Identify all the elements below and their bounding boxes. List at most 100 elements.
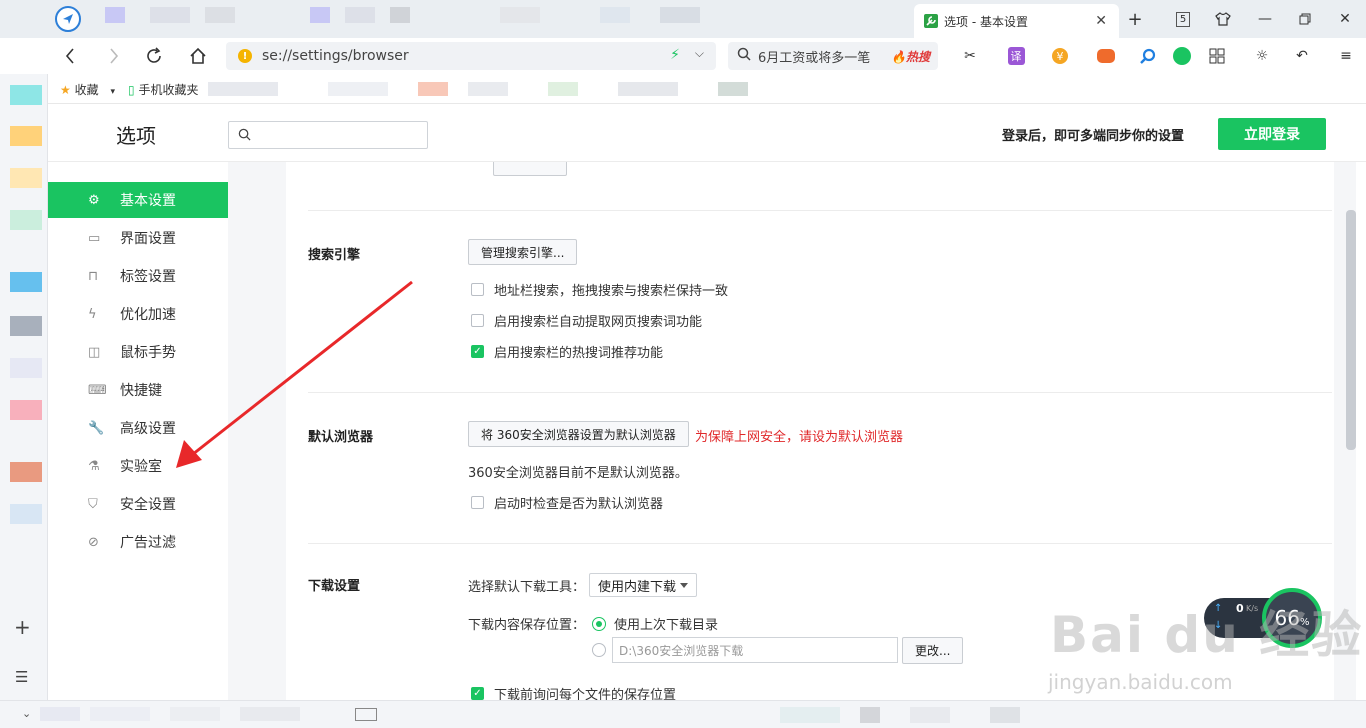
new-tab-icon[interactable]: + <box>1124 8 1146 30</box>
manage-search-engines-button[interactable]: 管理搜索引擎... <box>468 239 578 265</box>
wrench-icon <box>924 14 938 28</box>
bookmark-favorites[interactable]: ★ 收藏 ▾ <box>60 81 115 98</box>
menu-item-basic[interactable]: ⚙ 基本设置 <box>48 182 228 218</box>
login-button[interactable]: 立即登录 <box>1218 118 1326 150</box>
checkbox[interactable] <box>471 314 484 327</box>
menu-item-label: 安全设置 <box>120 497 176 513</box>
screenshot-icon[interactable] <box>355 708 377 721</box>
menu-icon[interactable]: ≡ <box>1334 44 1358 68</box>
chat-icon[interactable] <box>1170 44 1194 68</box>
chat-bubble-icon <box>1173 47 1191 65</box>
menu-item-adblock[interactable]: ⊘ 广告过滤 <box>48 524 228 560</box>
undo-icon[interactable]: ↶ <box>1290 44 1314 68</box>
tab-count-icon[interactable]: 5 <box>1172 8 1194 30</box>
checkbox[interactable] <box>471 283 484 296</box>
left-sidebar: + ☰ <box>0 0 48 728</box>
sidebar-app-tile[interactable] <box>10 272 42 292</box>
sidebar-app-tile[interactable] <box>10 168 42 188</box>
speed-mode-icon[interactable]: ⚡ <box>670 47 680 63</box>
sidebar-app-tile[interactable] <box>10 85 42 105</box>
bookmark-items[interactable] <box>208 82 1008 96</box>
status-right-items[interactable] <box>780 707 1180 723</box>
sidebar-app-tile[interactable] <box>10 210 42 230</box>
brightness-icon[interactable]: ☼ <box>1250 44 1274 68</box>
hot-search-label[interactable]: 🔥热搜 <box>891 48 930 65</box>
inactive-tabs[interactable] <box>100 4 900 34</box>
radio[interactable] <box>592 643 606 657</box>
download-tool-select[interactable]: 使用内建下载 <box>589 573 697 597</box>
status-items[interactable] <box>40 707 340 721</box>
close-icon[interactable]: ✕ <box>1095 13 1107 29</box>
forward-icon[interactable] <box>102 44 126 68</box>
shield-icon: ⛉ <box>88 497 98 512</box>
settings-search-input[interactable] <box>257 122 417 146</box>
skin-icon[interactable] <box>1212 8 1234 30</box>
star-icon: ★ <box>60 83 71 97</box>
sidebar-app-tile[interactable] <box>10 504 42 524</box>
address-bar[interactable]: ! se://settings/browser ⚡ ⌵ <box>226 42 716 70</box>
magnifier-icon[interactable] <box>1136 44 1160 68</box>
apps-grid-icon[interactable] <box>1205 44 1229 68</box>
add-icon[interactable]: + <box>14 615 31 639</box>
settings-search-box[interactable] <box>228 121 428 149</box>
section-title-search-engine: 搜索引擎 <box>308 248 361 263</box>
set-default-browser-button[interactable]: 将 360安全浏览器设置为默认浏览器 <box>468 421 689 447</box>
tab-bar: 选项 - 基本设置 ✕ + 5 — ✕ <box>0 0 1366 38</box>
chevron-down-icon: ▾ <box>110 87 115 97</box>
checkbox-auto-extract[interactable]: 启用搜索栏自动提取网页搜索词功能 <box>471 311 702 330</box>
section-title-download: 下载设置 <box>308 579 361 594</box>
keyboard-icon: ⌨ <box>88 383 107 398</box>
checkbox-checked[interactable]: ✓ <box>471 687 484 700</box>
radio-custom-directory[interactable] <box>592 643 614 657</box>
radio-selected[interactable] <box>592 616 606 631</box>
download-path-field[interactable]: D:\360安全浏览器下载 <box>612 637 898 663</box>
annotation-arrow <box>176 280 413 468</box>
menu-item-label: 高级设置 <box>120 421 176 437</box>
checkbox-addressbar-search[interactable]: 地址栏搜索，拖拽搜索与搜索栏保持一致 <box>471 280 728 299</box>
checkbox-label: 启动时检查是否为默认浏览器 <box>494 497 664 512</box>
security-warning-icon[interactable]: ! <box>238 49 252 63</box>
menu-item-security[interactable]: ⛉ 安全设置 <box>48 486 228 522</box>
checkbox-check-on-start[interactable]: 启动时检查是否为默认浏览器 <box>471 493 663 512</box>
sidebar-app-tile[interactable] <box>10 400 42 420</box>
browser-logo-icon[interactable] <box>55 6 81 32</box>
scrollbar[interactable] <box>1346 210 1356 450</box>
sidebar-app-tile[interactable] <box>10 316 42 336</box>
partial-button[interactable] <box>493 162 567 176</box>
restore-icon[interactable] <box>1294 8 1316 30</box>
sidebar-app-tile[interactable] <box>10 358 42 378</box>
close-window-icon[interactable]: ✕ <box>1334 8 1356 30</box>
divider <box>308 392 1332 393</box>
refresh-icon[interactable] <box>142 44 166 68</box>
bookmark-mobile[interactable]: ▯ 手机收藏夹 <box>128 81 198 98</box>
search-icon <box>238 128 251 145</box>
coupon-icon[interactable]: ¥ <box>1048 44 1072 68</box>
sidebar-app-tile[interactable] <box>10 126 42 146</box>
browser-search-box[interactable]: 6月工资或将多一笔 🔥热搜 <box>728 42 938 70</box>
sidebar-app-tile[interactable] <box>10 462 42 482</box>
checkbox-ask-each-file[interactable]: ✓ 下载前询问每个文件的保存位置 <box>471 684 676 700</box>
game-icon[interactable] <box>1094 44 1118 68</box>
menu-item-label: 基本设置 <box>120 193 176 209</box>
tab-active[interactable]: 选项 - 基本设置 ✕ <box>914 4 1119 38</box>
list-icon[interactable]: ☰ <box>15 668 28 686</box>
radio-label: 使用上次下载目录 <box>614 618 719 633</box>
chevron-down-icon[interactable]: ⌄ <box>22 707 31 720</box>
back-icon[interactable] <box>58 44 82 68</box>
gamepad-icon <box>1097 49 1115 63</box>
minimize-icon[interactable]: — <box>1254 8 1276 30</box>
checkbox-label: 启用搜索栏的热搜词推荐功能 <box>494 346 664 361</box>
checkbox-hot-words[interactable]: ✓ 启用搜索栏的热搜词推荐功能 <box>471 342 663 361</box>
checkbox[interactable] <box>471 496 484 509</box>
baidu-watermark: Bai du 经验 <box>1050 606 1364 664</box>
translate-icon[interactable]: 译 <box>1004 44 1028 68</box>
chevron-down-icon[interactable]: ⌵ <box>695 46 704 61</box>
flask-icon: ⚗ <box>88 459 100 474</box>
watermark-url: jingyan.baidu.com <box>1048 670 1233 694</box>
menu-item-interface[interactable]: ▭ 界面设置 <box>48 220 228 256</box>
change-path-button[interactable]: 更改... <box>902 637 964 664</box>
checkbox-checked[interactable]: ✓ <box>471 345 484 358</box>
home-icon[interactable] <box>186 44 210 68</box>
scissors-icon[interactable]: ✂ <box>958 44 982 68</box>
radio-last-directory[interactable]: 使用上次下载目录 <box>592 614 718 633</box>
